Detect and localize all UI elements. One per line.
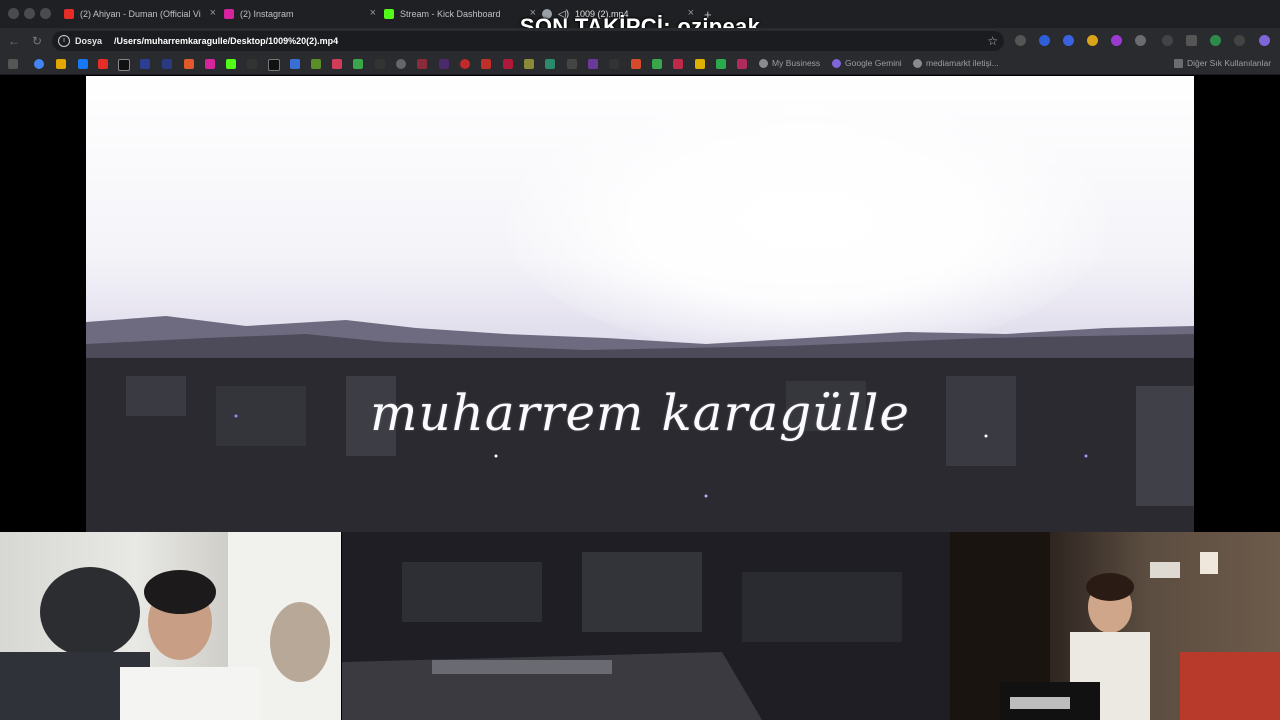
scheme-chip: Dosya [75, 36, 103, 46]
bookmark-icon[interactable] [332, 59, 342, 69]
kick-icon[interactable] [226, 59, 236, 69]
bookmark-google-gemini[interactable]: Google Gemini [832, 58, 902, 68]
download-icon[interactable] [1186, 35, 1197, 46]
signature-text: muharrem karagülle [370, 384, 910, 442]
bookmark-icon[interactable] [503, 59, 513, 69]
bookmark-my-business[interactable]: My Business [759, 58, 820, 68]
bookmark-icon[interactable] [716, 59, 726, 69]
other-bookmarks[interactable]: Diğer Sık Kullanılanlar [1174, 58, 1271, 68]
video-lower-area [342, 532, 950, 720]
bookmark-icon[interactable] [567, 59, 577, 69]
extension-icon[interactable] [1039, 35, 1050, 46]
extension-icon[interactable] [1087, 35, 1098, 46]
url-text[interactable]: /Users/muharremkaragulle/Desktop/1009%20… [114, 36, 338, 46]
menu-icon[interactable] [1234, 35, 1245, 46]
reload-icon[interactable]: ↻ [32, 34, 42, 48]
folder-icon [1174, 58, 1183, 68]
bookmark-icon[interactable] [311, 59, 321, 69]
bookmark-icon[interactable] [56, 59, 66, 69]
apps-icon[interactable] [8, 59, 18, 69]
bookmark-icon[interactable] [247, 59, 257, 69]
facebook-icon[interactable] [78, 59, 88, 69]
bookmark-mediamarkt[interactable]: mediamarkt iletişi... [913, 58, 999, 68]
address-bar[interactable]: i Dosya /Users/muharremkaragulle/Desktop… [52, 31, 1004, 51]
star-icon[interactable]: ☆ [987, 34, 998, 48]
bookmark-icon[interactable] [417, 59, 427, 69]
profile-avatar[interactable] [1210, 35, 1221, 46]
video-player[interactable]: muharrem karagülle [86, 76, 1194, 532]
toolbar: ← ↻ i Dosya /Users/muharremkaragulle/Des… [0, 28, 1280, 54]
bookmark-icon[interactable] [545, 59, 555, 69]
city-skyline [86, 316, 1194, 532]
webcam-left [0, 532, 341, 720]
google-icon [913, 58, 922, 68]
pen-icon[interactable] [1015, 35, 1026, 46]
bookmark-icon[interactable] [396, 59, 406, 69]
extension-icon[interactable] [1111, 35, 1122, 46]
bookmarks-bar: My Business Google Gemini mediamarkt ile… [0, 54, 1280, 75]
tiktok-icon[interactable] [268, 59, 280, 71]
gemini-icon[interactable] [1259, 35, 1270, 46]
instagram-icon[interactable] [205, 59, 215, 69]
webcam-right [950, 532, 1280, 720]
bookmark-icon[interactable] [631, 59, 641, 69]
bookmark-icon[interactable] [460, 59, 470, 69]
info-icon[interactable]: i [58, 35, 70, 47]
youtube-icon[interactable] [98, 59, 108, 69]
bookmark-icon[interactable] [353, 59, 363, 69]
bookmark-icon[interactable] [140, 59, 150, 69]
bookmark-icon[interactable] [737, 59, 747, 69]
bookmark-icon[interactable] [375, 59, 385, 69]
bookmark-icon[interactable] [184, 59, 194, 69]
gemini-icon [832, 58, 841, 68]
extension-icon[interactable] [1063, 35, 1074, 46]
google-icon [759, 58, 768, 68]
bookmark-icon[interactable] [290, 59, 300, 69]
bookmark-icon[interactable] [695, 59, 705, 69]
bookmark-icon[interactable] [439, 59, 449, 69]
bookmark-icon[interactable] [481, 59, 491, 69]
bookmark-icon[interactable] [652, 59, 662, 69]
bookmark-icon[interactable] [609, 59, 619, 69]
bookmark-icon[interactable] [524, 59, 534, 69]
extension-icon[interactable] [1162, 35, 1173, 46]
back-icon[interactable]: ← [8, 34, 20, 48]
puzzle-icon[interactable] [1135, 35, 1146, 46]
bookmark-icon[interactable] [673, 59, 683, 69]
x-icon[interactable] [118, 59, 130, 71]
google-icon[interactable] [34, 59, 44, 69]
bookmark-icon[interactable] [588, 59, 598, 69]
bookmark-icon[interactable] [162, 59, 172, 69]
